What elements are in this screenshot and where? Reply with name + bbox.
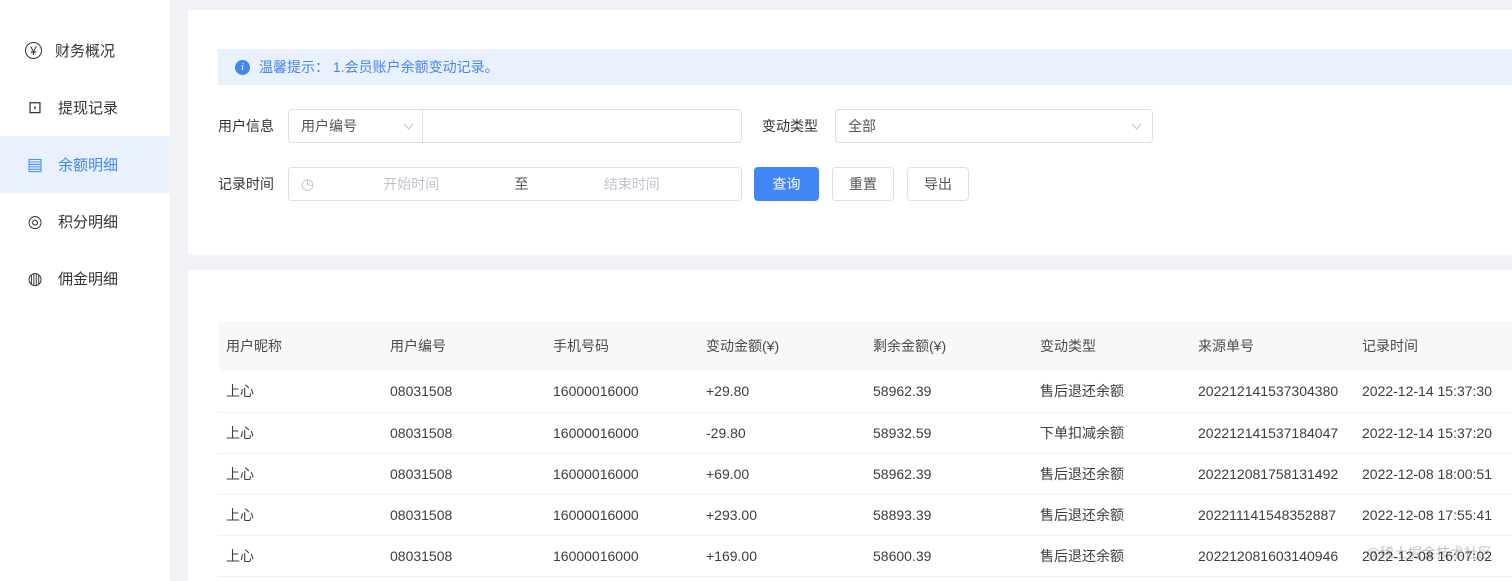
sidebar-item-label: 积分明细 — [58, 214, 119, 231]
table-cell: 202212141537304380 — [1190, 371, 1354, 413]
table-cell: 售后退还余额 — [1032, 371, 1190, 413]
table-cell: 08031508 — [382, 494, 545, 536]
table-cell: +69.00 — [698, 453, 865, 495]
table-cell: 202211141548352887 — [1190, 494, 1354, 536]
table-cell: 2022-12-08 16:07:02 — [1354, 535, 1512, 577]
table-row: 上心 08031508 16000016000 +169.00 58600.39… — [218, 535, 1512, 577]
balance-detail-icon: ▤ — [26, 155, 44, 174]
chevron-down-icon — [403, 119, 414, 129]
points-icon: ◎ — [27, 212, 43, 231]
filter-row-time: 记录时间 ◷ 开始时间 至 结束时间 查询 重置 导出 — [218, 167, 1512, 201]
sidebar-item-finance-overview[interactable]: ¥ 财务概况 — [0, 22, 170, 79]
change-type-label: 变动类型 — [762, 118, 818, 134]
change-type-select[interactable]: 全部 — [835, 109, 1153, 143]
table-cell: 08031508 — [382, 412, 545, 454]
table-cell: 58962.39 — [865, 371, 1032, 413]
range-to-label: 至 — [514, 176, 529, 192]
table-cell: 16000016000 — [545, 412, 698, 454]
table-cell: 售后退还余额 — [1032, 535, 1190, 577]
filters-card: i 温馨提示： 1.会员账户余额变动记录。 用户信息 用户编号 变动类型 全部 … — [188, 10, 1512, 255]
table-cell: 16000016000 — [545, 453, 698, 495]
table-cell: 58893.39 — [865, 494, 1032, 536]
table-header-row: 用户昵称 用户编号 手机号码 变动金额(¥) 剩余金额(¥) 变动类型 来源单号… — [218, 321, 1512, 371]
column-header: 变动金额(¥) — [698, 321, 865, 371]
table-cell: -29.80 — [698, 412, 865, 454]
table-row: 上心 08031508 16000016000 +293.00 58893.39… — [218, 494, 1512, 536]
filter-row-user: 用户信息 用户编号 变动类型 全部 — [218, 109, 1512, 143]
table-cell: 16000016000 — [545, 371, 698, 413]
info-icon: i — [235, 59, 250, 75]
table-cell: 58600.39 — [865, 535, 1032, 577]
table-row: 上心 08031508 16000016000 +29.80 58962.39 … — [218, 371, 1512, 413]
change-type-selected-value: 全部 — [848, 118, 876, 134]
main-content: i 温馨提示： 1.会员账户余额变动记录。 用户信息 用户编号 变动类型 全部 … — [170, 0, 1512, 581]
table-cell: 上心 — [218, 453, 382, 495]
sidebar-item-label: 提现记录 — [58, 100, 119, 117]
user-field-selected-value: 用户编号 — [301, 118, 357, 134]
column-header: 来源单号 — [1190, 321, 1354, 371]
table-cell: 售后退还余额 — [1032, 494, 1190, 536]
table-cell: 2022-12-08 18:00:51 — [1354, 453, 1512, 495]
user-info-label: 用户信息 — [218, 118, 274, 134]
column-header: 剩余金额(¥) — [865, 321, 1032, 371]
column-header: 变动类型 — [1032, 321, 1190, 371]
sidebar-item-balance-detail[interactable]: ▤ 余额明细 — [0, 136, 170, 193]
alert-text: 温馨提示： 1.会员账户余额变动记录。 — [259, 59, 499, 75]
commission-icon: ◍ — [27, 269, 43, 288]
table-cell: +293.00 — [698, 494, 865, 536]
record-time-label: 记录时间 — [218, 176, 274, 192]
sidebar-item-label: 余额明细 — [58, 157, 119, 174]
info-alert: i 温馨提示： 1.会员账户余额变动记录。 — [218, 49, 1512, 85]
user-field-select[interactable]: 用户编号 — [288, 109, 423, 143]
table-cell: 下单扣减余额 — [1032, 412, 1190, 454]
end-time-placeholder[interactable]: 结束时间 — [535, 174, 729, 194]
sidebar: ¥ 财务概况 ⊡ 提现记录 ▤ 余额明细 ◎ 积分明细 ◍ 佣金明细 — [0, 0, 170, 581]
sidebar-item-commission-detail[interactable]: ◍ 佣金明细 — [0, 250, 170, 307]
column-header: 手机号码 — [545, 321, 698, 371]
table-cell: +29.80 — [698, 371, 865, 413]
table-cell: 16000016000 — [545, 535, 698, 577]
table-cell: 202212081758131492 — [1190, 453, 1354, 495]
table-cell: 202212141537184047 — [1190, 412, 1354, 454]
reset-button[interactable]: 重置 — [832, 167, 894, 201]
table-cell: 2022-12-14 15:37:30 — [1354, 371, 1512, 413]
table-card: 用户昵称 用户编号 手机号码 变动金额(¥) 剩余金额(¥) 变动类型 来源单号… — [188, 270, 1512, 581]
sidebar-item-points-detail[interactable]: ◎ 积分明细 — [0, 193, 170, 250]
table-cell: 08031508 — [382, 535, 545, 577]
sidebar-item-label: 财务概况 — [55, 43, 116, 60]
user-search-input-wrap — [423, 109, 742, 143]
table-cell: 上心 — [218, 371, 382, 413]
start-time-placeholder[interactable]: 开始时间 — [314, 174, 508, 194]
table-cell: 上心 — [218, 412, 382, 454]
table-cell: +169.00 — [698, 535, 865, 577]
sidebar-item-withdraw-records[interactable]: ⊡ 提现记录 — [0, 79, 170, 136]
table-cell: 售后退还余额 — [1032, 453, 1190, 495]
table-row: 上心 08031508 16000016000 +69.00 58962.39 … — [218, 453, 1512, 495]
date-range-picker[interactable]: ◷ 开始时间 至 结束时间 — [288, 167, 742, 201]
table-cell: 08031508 — [382, 371, 545, 413]
column-header: 用户昵称 — [218, 321, 382, 371]
export-button[interactable]: 导出 — [907, 167, 969, 201]
table-cell: 58932.59 — [865, 412, 1032, 454]
sidebar-item-label: 佣金明细 — [58, 271, 119, 288]
table-cell: 2022-12-08 17:55:41 — [1354, 494, 1512, 536]
table-cell: 上心 — [218, 494, 382, 536]
search-button[interactable]: 查询 — [754, 167, 819, 201]
user-search-input[interactable] — [423, 110, 741, 142]
balance-records-table: 用户昵称 用户编号 手机号码 变动金额(¥) 剩余金额(¥) 变动类型 来源单号… — [218, 321, 1512, 577]
table-cell: 202212081603140946 — [1190, 535, 1354, 577]
table-cell: 2022-12-14 15:37:20 — [1354, 412, 1512, 454]
withdraw-icon: ⊡ — [27, 98, 43, 117]
yen-circle-icon: ¥ — [25, 42, 42, 59]
column-header: 用户编号 — [382, 321, 545, 371]
chevron-down-icon — [1131, 119, 1142, 129]
clock-icon: ◷ — [301, 175, 315, 193]
column-header: 记录时间 — [1354, 321, 1512, 371]
table-cell: 上心 — [218, 535, 382, 577]
table-row: 上心 08031508 16000016000 -29.80 58932.59 … — [218, 412, 1512, 454]
table-cell: 58962.39 — [865, 453, 1032, 495]
table-cell: 08031508 — [382, 453, 545, 495]
table-cell: 16000016000 — [545, 494, 698, 536]
